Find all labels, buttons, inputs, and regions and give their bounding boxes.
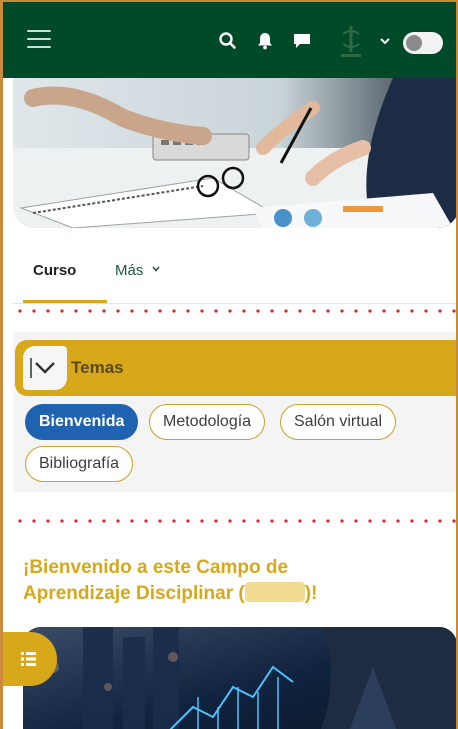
pill-bibliografia[interactable]: Bibliografía: [25, 446, 134, 482]
course-index-button[interactable]: [3, 632, 57, 686]
pill-bienvenida[interactable]: Bienvenida: [25, 404, 139, 440]
chat-icon[interactable]: [291, 30, 313, 52]
dotted-divider: [13, 309, 456, 313]
pill-metodologia[interactable]: Metodología: [149, 404, 266, 440]
menu-icon[interactable]: [27, 30, 51, 50]
mode-toggle[interactable]: [403, 32, 443, 54]
course-tabs: Curso Más: [13, 248, 456, 304]
active-tab-indicator: [23, 300, 107, 303]
chevron-down-icon[interactable]: [379, 35, 391, 47]
user-avatar[interactable]: [333, 22, 369, 62]
app-frame: Curso Más Temas Bienvenida Metodología S…: [0, 0, 458, 729]
bell-icon[interactable]: [254, 30, 276, 52]
welcome-line-1: ¡Bienvenido a este Campo de: [23, 557, 289, 578]
welcome-banner-image: [23, 627, 456, 729]
toggle-knob: [406, 35, 422, 51]
collapse-toggle-button[interactable]: [23, 346, 67, 390]
welcome-line-2-end: )!: [304, 583, 318, 604]
tab-mas-label: Más: [115, 262, 144, 279]
welcome-line-2-start: Aprendizaje Disciplinar (: [23, 583, 245, 604]
temas-title: Temas: [71, 358, 124, 377]
search-icon[interactable]: [217, 30, 239, 52]
dotted-divider: [13, 519, 456, 523]
redacted-text: [244, 582, 305, 602]
tab-mas[interactable]: Más: [115, 262, 160, 279]
welcome-heading: ¡Bienvenido a este Campo de Aprendizaje …: [23, 555, 443, 607]
tab-curso[interactable]: Curso: [33, 262, 76, 279]
course-header-image: [13, 78, 456, 228]
chevron-down-icon: [151, 266, 160, 272]
pill-salon-virtual[interactable]: Salón virtual: [280, 404, 397, 440]
chevron-down-icon: [30, 358, 55, 378]
welcome-line-2: Aprendizaje Disciplinar ()!: [23, 581, 443, 607]
list-icon: [21, 652, 36, 666]
top-navbar: [3, 2, 456, 78]
